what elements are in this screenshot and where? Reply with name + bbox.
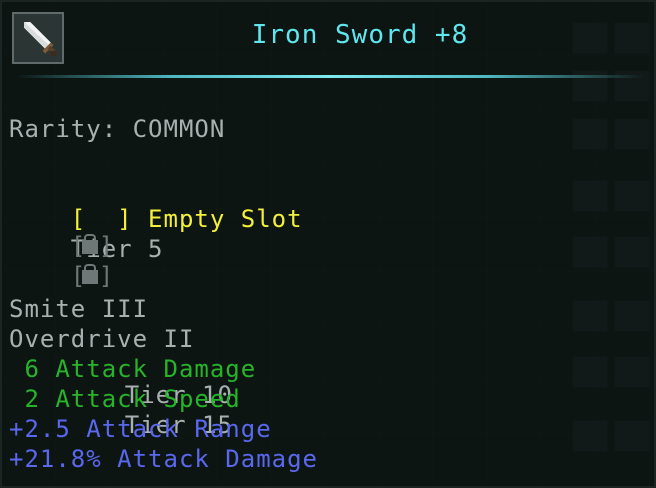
padlock-icon: [ ] xyxy=(70,262,115,290)
attribute-line: +2.5 Attack Range xyxy=(9,415,272,443)
attribute-line: +21.8% Attack Damage xyxy=(9,445,318,473)
enchantment: Smite III xyxy=(9,295,149,323)
enchantment: Overdrive II xyxy=(9,325,195,353)
attribute-line: 6 Attack Damage xyxy=(9,355,257,383)
tooltip-header: Iron Sword +8 xyxy=(2,2,656,80)
item-name: Iron Sword +8 xyxy=(251,20,469,50)
attribute-line: 2 Attack Speed xyxy=(9,385,241,413)
header-divider xyxy=(16,75,644,78)
item-tooltip: Iron Sword +8 Rarity: COMMON [ ] Empty S… xyxy=(0,0,656,488)
iron-sword-icon xyxy=(12,12,64,64)
rarity-line: Rarity: COMMON xyxy=(9,115,226,143)
